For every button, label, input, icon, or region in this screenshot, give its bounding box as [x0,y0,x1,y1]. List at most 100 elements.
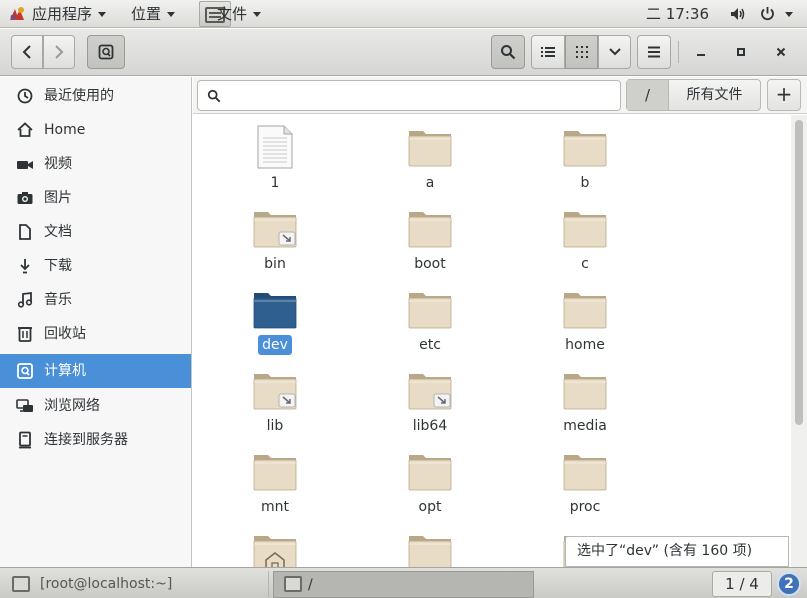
file-item[interactable]: mnt [210,439,340,517]
file-item[interactable]: proc [520,439,650,517]
view-options-button[interactable] [598,35,631,69]
sidebar-item-pictures[interactable]: 图片 [4,181,191,215]
file-item[interactable]: a [365,115,495,193]
sidebar-item-label: 最近使用的 [44,88,114,104]
file-name: c [520,256,650,272]
chevron-down-icon [167,12,176,17]
file-name-text: boot [414,256,446,272]
applications-menu[interactable]: 应用程序 [32,0,107,28]
applications-menu-label: 应用程序 [32,5,93,23]
files-app-menu[interactable]: 文件 [217,0,262,28]
system-menu-chevron-icon[interactable] [785,12,793,17]
folder-link-icon [253,368,297,412]
sidebar-item-label: 连接到服务器 [44,432,128,448]
taskbar-terminal[interactable]: [root@localhost:~] [10,571,260,598]
taskbar-files-label: / [308,577,313,593]
sidebar-item-videos[interactable]: 视频 [4,147,191,181]
file-item[interactable]: dev [210,277,340,355]
file-name-text: mnt [261,499,289,515]
places-menu[interactable]: 位置 [131,0,176,28]
vertical-scrollbar[interactable] [791,115,807,567]
file-item[interactable] [210,520,340,567]
list-view-icon [541,47,555,57]
file-item[interactable]: etc [365,277,495,355]
file-item[interactable] [365,520,495,567]
trash-icon [18,327,32,342]
file-name: media [520,418,650,434]
path-all-files-button[interactable]: 所有文件 [669,80,760,110]
menu-button[interactable] [637,35,671,69]
file-name: mnt [210,499,340,515]
file-name: home [520,337,650,353]
grid-view-icon [575,46,588,58]
path-bar: / 所有文件 [626,79,761,111]
file-item[interactable]: bin [210,196,340,274]
add-search-criteria-button[interactable]: + [767,79,801,111]
file-item[interactable]: boot [365,196,495,274]
forward-button[interactable] [43,35,75,69]
file-name-text: media [563,418,607,434]
terminal-icon [12,576,30,592]
folder-icon [253,287,297,331]
back-button[interactable] [11,35,43,69]
clock[interactable]: 二 17:36 [646,0,709,28]
file-item[interactable]: home [520,277,650,355]
folder-icon [253,449,297,493]
file-name: proc [520,499,650,515]
grid-view-button[interactable] [565,35,598,69]
sidebar-item-trash[interactable]: 回收站 [4,317,191,351]
sidebar-item-network[interactable]: 浏览网络 [4,389,191,423]
maximize-button[interactable] [725,35,757,69]
path-root-button[interactable]: / [627,80,669,110]
sidebar-item-connect-server[interactable]: 连接到服务器 [4,423,191,457]
sidebar-item-label: 文档 [44,224,72,240]
power-icon[interactable] [760,6,775,21]
sidebar-item-recent[interactable]: 最近使用的 [4,79,191,113]
sidebar-item-downloads[interactable]: 下载 [4,249,191,283]
file-name: opt [365,499,495,515]
workspace-switcher[interactable]: 1 / 4 [712,571,772,597]
download-icon [20,259,30,274]
go-forward-icon [55,45,64,59]
computer-location-icon [98,44,114,60]
sidebar-item-home[interactable]: Home [4,113,191,147]
folder-icon [408,287,452,331]
file-name-text: lib [266,418,284,434]
file-item[interactable]: media [520,358,650,436]
file-name: 1 [210,175,340,191]
clock-icon [17,88,33,104]
sidebar-item-computer[interactable]: 计算机 [0,354,191,388]
file-name-text: bin [264,256,286,272]
file-item[interactable]: b [520,115,650,193]
sidebar-item-documents[interactable]: 文档 [4,215,191,249]
search-input[interactable] [197,80,621,111]
folder-icon [563,125,607,169]
sidebar-item-label: 音乐 [44,292,72,308]
file-name: lib [210,418,340,434]
sidebar-item-label: 下载 [44,258,72,274]
volume-icon[interactable] [730,7,746,21]
search-button[interactable] [491,35,525,69]
location-button[interactable] [87,35,125,69]
header-separator [678,41,679,63]
file-item[interactable]: c [520,196,650,274]
file-item[interactable]: 1 [210,115,340,193]
scrollbar-thumb[interactable] [795,120,803,425]
file-item[interactable]: lib [210,358,340,436]
folder-icon [563,287,607,331]
file-name-text: b [580,175,590,191]
taskbar-files[interactable]: / [273,571,534,598]
close-button[interactable] [765,35,797,69]
list-view-button[interactable] [531,35,565,69]
sidebar-item-label: 计算机 [44,363,86,379]
file-item[interactable]: opt [365,439,495,517]
places-menu-label: 位置 [131,5,162,23]
file-item[interactable]: lib64 [365,358,495,436]
sidebar-item-music[interactable]: 音乐 [4,283,191,317]
minimize-button[interactable] [685,35,717,69]
home-folder-icon [253,530,297,567]
notification-badge[interactable]: 2 [777,572,801,596]
document-icon [19,224,31,240]
folder-link-icon [408,368,452,412]
maximize-icon [737,48,745,56]
